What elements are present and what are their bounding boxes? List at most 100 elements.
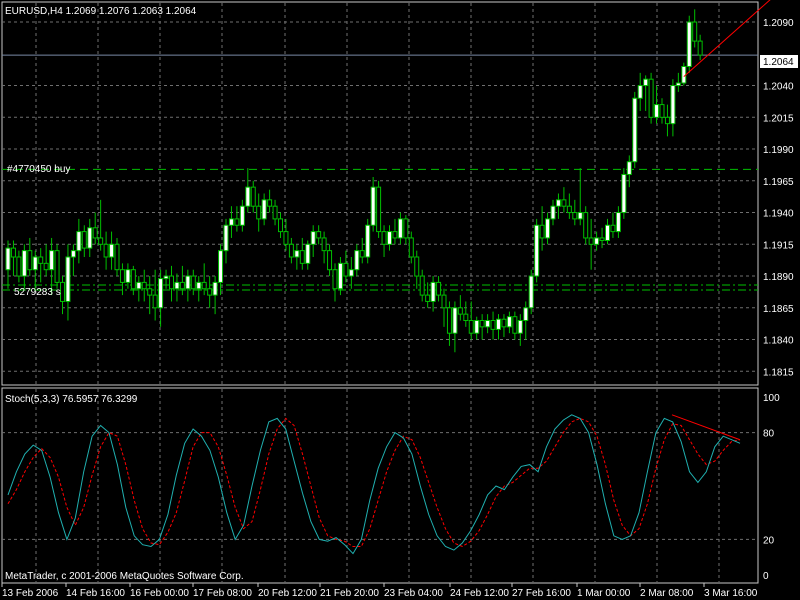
- candle-body: [397, 218, 403, 239]
- candle-body: [136, 281, 142, 290]
- candle-body: [381, 231, 387, 245]
- candle-body: [512, 316, 518, 334]
- candle-body: [425, 294, 431, 302]
- candle-body: [10, 247, 16, 258]
- candle-body: [555, 199, 561, 207]
- candle-body: [163, 275, 169, 280]
- candle-body: [648, 78, 654, 118]
- candle-body: [114, 243, 120, 271]
- candle-body: [430, 281, 436, 302]
- time-tick-label: 1 Mar 00:00: [577, 588, 631, 599]
- candle-body: [245, 186, 251, 207]
- candle-body: [414, 256, 420, 277]
- candle-body: [32, 256, 38, 271]
- candle-body: [523, 307, 529, 321]
- candle-body: [109, 243, 115, 258]
- candle-body: [201, 281, 207, 290]
- time-tick-label: 16 Feb 00:00: [130, 588, 189, 599]
- candle-body: [354, 250, 360, 271]
- stoch-tick-label: 80: [763, 429, 775, 440]
- price-tick-label: 1.1865: [763, 304, 794, 315]
- candle-body: [125, 269, 131, 283]
- candle-body: [485, 320, 491, 328]
- candle-body: [218, 250, 224, 283]
- candle-body: [267, 199, 273, 207]
- candle-body: [621, 173, 627, 214]
- candle-body: [119, 269, 125, 283]
- candle-body: [446, 307, 452, 334]
- candle-body: [545, 218, 551, 239]
- candle-body: [87, 227, 93, 249]
- candle-body: [376, 186, 382, 233]
- candle-body: [305, 243, 311, 264]
- candle-body: [528, 275, 534, 309]
- candle-body: [310, 231, 316, 245]
- candle-body: [577, 212, 583, 220]
- candle-body: [632, 97, 638, 163]
- price-tick-label: 1.1965: [763, 177, 794, 188]
- candle-body: [501, 318, 507, 328]
- candle-body: [234, 218, 240, 226]
- candle-body: [441, 294, 447, 309]
- candle-body: [65, 256, 71, 302]
- copyright-text: MetaTrader, c 2001-2006 MetaQuotes Softw…: [5, 571, 244, 582]
- candle-body: [272, 205, 278, 220]
- buy-order-label: #4770450 buy: [7, 164, 70, 175]
- time-tick-label: 20 Feb 12:00: [258, 588, 317, 599]
- candle-body: [637, 85, 643, 99]
- candle-body: [49, 250, 55, 271]
- candle-body: [207, 288, 213, 296]
- candle-body: [278, 218, 283, 233]
- candle-body: [675, 82, 681, 87]
- candle-body: [190, 275, 196, 290]
- candle-body: [474, 320, 480, 334]
- candle-body: [664, 116, 670, 125]
- candle-body: [76, 231, 82, 252]
- candle-body: [506, 316, 512, 328]
- candle-body: [21, 250, 27, 277]
- chart-window[interactable]: 1.2090 1.2040 1.2015 1.1990 1.1965 1.1940 1.19…: [0, 0, 800, 600]
- candle-body: [152, 294, 158, 309]
- time-tick-label: 23 Feb 04:00: [384, 588, 443, 599]
- candle-body: [27, 250, 33, 271]
- time-tick-label: 21 Feb 20:00: [320, 588, 379, 599]
- stoch-tick-label: 0: [763, 571, 769, 582]
- candle-body: [686, 21, 692, 67]
- candle-body: [141, 281, 147, 290]
- candle-body: [359, 250, 365, 258]
- candle-body: [692, 21, 698, 42]
- price-tick-label: 1.1890: [763, 272, 794, 283]
- candle-body: [103, 243, 109, 258]
- candle-body: [387, 231, 392, 245]
- candle-body: [321, 237, 327, 252]
- candle-body: [457, 307, 463, 315]
- candle-body: [610, 224, 616, 233]
- candle-body: [479, 320, 485, 328]
- candle-body: [43, 262, 49, 271]
- candle-body: [626, 161, 632, 175]
- candle-body: [98, 237, 104, 245]
- candle-body: [250, 186, 256, 207]
- candle-body: [81, 231, 87, 249]
- price-tick-label: 1.2090: [763, 18, 794, 29]
- time-tick-label: 24 Feb 12:00: [450, 588, 509, 599]
- symbol-info: EURUSD,H4 1.2069 1.2076 1.2063 1.2064: [5, 6, 197, 17]
- candle-body: [403, 218, 409, 239]
- candle-body: [496, 318, 501, 330]
- candle-body: [654, 104, 660, 118]
- time-tick-label: 2 Mar 08:00: [640, 588, 694, 599]
- candle-body: [588, 237, 594, 245]
- candle-body: [392, 231, 398, 239]
- candle-body: [239, 205, 245, 226]
- candle-body: [408, 237, 414, 258]
- candle-body: [697, 40, 703, 56]
- candle-body: [332, 269, 338, 290]
- price-tick-label: 1.1940: [763, 209, 794, 220]
- candle-body: [283, 231, 289, 245]
- candle-body: [256, 205, 262, 220]
- candle-body: [294, 250, 300, 258]
- candle-body: [566, 205, 572, 214]
- candle-body: [550, 205, 556, 220]
- candle-body: [196, 281, 202, 290]
- price-tick-label: 1.1815: [763, 367, 794, 378]
